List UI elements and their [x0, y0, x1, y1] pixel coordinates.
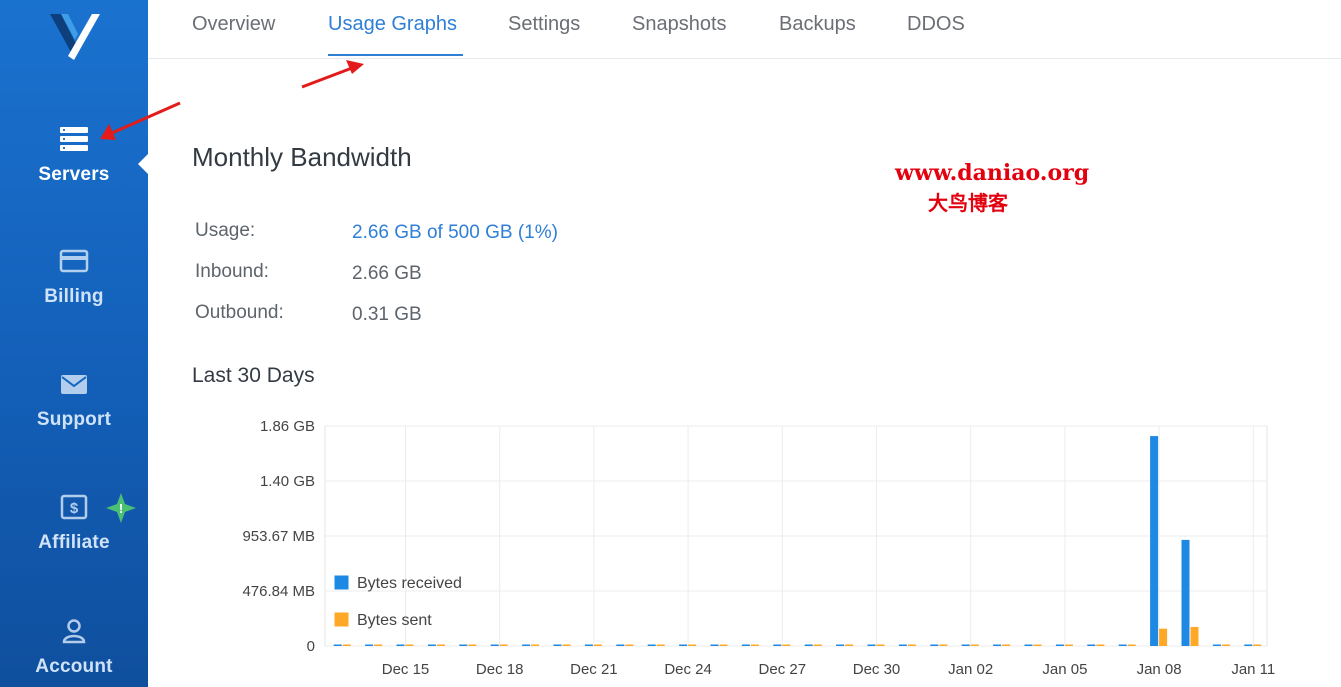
y-tick-label: 0 — [307, 638, 315, 655]
bar-received — [459, 644, 468, 646]
x-tick-label: Jan 11 — [1231, 661, 1275, 678]
bandwidth-chart: 0 476.84 MB 953.67 MB 1.40 GB 1.86 GB Dec 15 D… — [242, 418, 1275, 678]
bar-sent — [593, 644, 602, 646]
bar-sent — [1253, 644, 1262, 646]
bar-sent — [939, 644, 948, 646]
bar-received — [1212, 644, 1221, 646]
bar-received — [490, 644, 499, 646]
bar-received — [710, 644, 719, 646]
legend-label: Bytes sent — [357, 612, 432, 629]
bar-received — [836, 644, 845, 646]
bar-sent — [562, 644, 571, 646]
x-tick-label: Dec 21 — [570, 661, 618, 678]
bar-sent — [970, 644, 979, 646]
bar-received — [898, 644, 907, 646]
bar-sent — [750, 644, 759, 646]
bar-sent — [656, 644, 665, 646]
bar-received — [930, 644, 939, 646]
bar-received — [804, 644, 813, 646]
bar-sent — [1127, 644, 1136, 646]
bar-received — [1024, 644, 1033, 646]
bar-received — [1181, 539, 1190, 646]
x-tick-label: Dec 15 — [382, 661, 430, 678]
bar-sent — [719, 644, 728, 646]
bar-sent — [1159, 628, 1168, 646]
bar-received — [1118, 644, 1127, 646]
x-tick-label: Jan 08 — [1137, 661, 1182, 678]
bar-sent — [1002, 644, 1011, 646]
bar-received — [396, 644, 405, 646]
bar-received — [522, 644, 531, 646]
legend-label: Bytes received — [357, 575, 462, 592]
bar-sent — [468, 644, 477, 646]
bar-sent — [374, 644, 383, 646]
bar-sent — [876, 644, 885, 646]
bar-sent — [1033, 644, 1042, 646]
x-tick-label: Jan 02 — [948, 661, 993, 678]
bar-received — [427, 644, 436, 646]
bar-received — [867, 644, 876, 646]
x-tick-label: Jan 05 — [1042, 661, 1087, 678]
bar-sent — [436, 644, 445, 646]
bar-sent — [531, 644, 540, 646]
y-tick-label: 1.40 GB — [260, 473, 315, 490]
bar-sent — [782, 644, 791, 646]
bar-sent — [405, 644, 414, 646]
x-tick-label: Dec 27 — [759, 661, 807, 678]
bar-sent — [499, 644, 508, 646]
bar-received — [679, 644, 688, 646]
bar-sent — [1064, 644, 1073, 646]
x-tick-label: Dec 18 — [476, 661, 524, 678]
bar-received — [1055, 644, 1064, 646]
bar-received — [1244, 644, 1253, 646]
legend-swatch — [333, 574, 350, 591]
bar-received — [584, 644, 593, 646]
x-tick-label: Dec 30 — [853, 661, 901, 678]
bar-sent — [1096, 644, 1105, 646]
bar-sent — [813, 644, 822, 646]
bar-sent — [342, 644, 351, 646]
bar-received — [647, 644, 656, 646]
bar-sent — [907, 644, 916, 646]
bar-received — [333, 644, 342, 646]
bar-received — [365, 644, 374, 646]
bar-received — [773, 644, 782, 646]
y-tick-label: 476.84 MB — [242, 583, 315, 600]
legend-swatch — [333, 611, 350, 628]
bar-received — [616, 644, 625, 646]
bar-received — [741, 644, 750, 646]
bar-received — [961, 644, 970, 646]
bar-sent — [845, 644, 854, 646]
bar-sent — [688, 644, 697, 646]
bar-received — [993, 644, 1002, 646]
x-tick-label: Dec 24 — [664, 661, 712, 678]
bar-received — [1087, 644, 1096, 646]
bar-sent — [1190, 626, 1199, 646]
y-tick-label: 953.67 MB — [242, 528, 315, 545]
y-tick-label: 1.86 GB — [260, 418, 315, 435]
bar-sent — [625, 644, 634, 646]
bar-received — [1150, 436, 1159, 646]
bar-received — [553, 644, 562, 646]
bar-sent — [1221, 644, 1230, 646]
